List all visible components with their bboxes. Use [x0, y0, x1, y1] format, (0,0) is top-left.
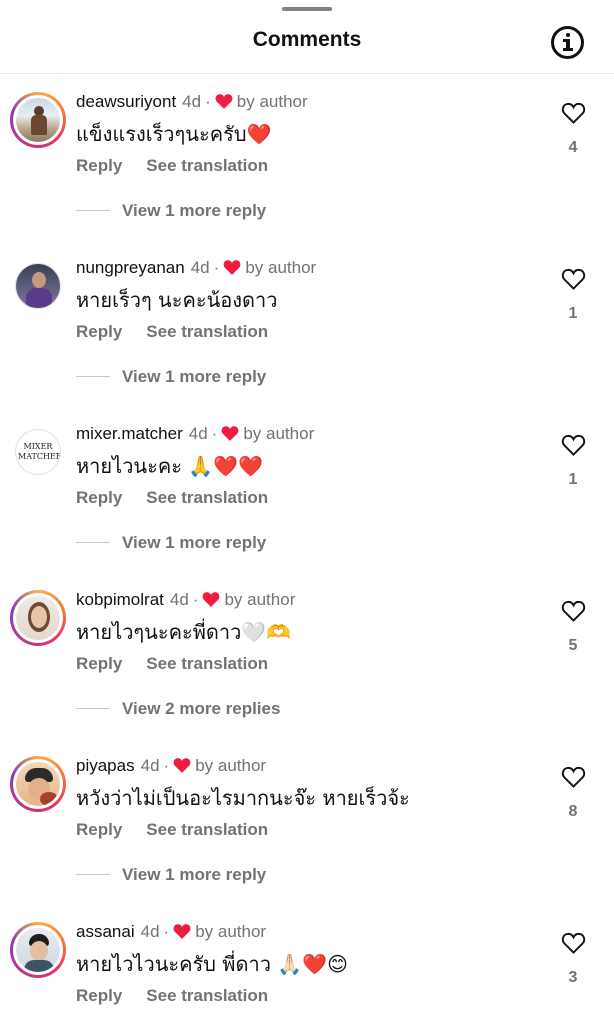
- heart-outline-icon[interactable]: [561, 932, 586, 954]
- comment-time: 4d: [140, 922, 160, 941]
- by-author-label: by author: [195, 756, 267, 775]
- heart-outline-icon[interactable]: [561, 766, 586, 788]
- reply-button[interactable]: Reply: [76, 986, 122, 1006]
- view-replies-button[interactable]: View 1 more reply: [76, 865, 266, 885]
- comment-text: หายไวนะคะ 🙏❤️❤️: [76, 454, 264, 478]
- like-count: 5: [568, 637, 578, 654]
- avatar[interactable]: [10, 590, 66, 646]
- comment-text: หายเร็วๆ นะคะน้องดาว: [76, 288, 278, 312]
- author-heart-icon: [173, 924, 191, 939]
- view-replies-button[interactable]: View 1 more reply: [76, 367, 266, 387]
- comment-meta: piyapas 4d · by author: [76, 756, 267, 775]
- comment-item: assanai 4d · by author หายไวไวนะครับ พี่ดาว…: [0, 914, 614, 1024]
- see-translation-button[interactable]: See translation: [146, 156, 268, 176]
- comment-item: nungpreyanan 4d · by author หายเร็วๆ นะคะน้…: [0, 250, 614, 416]
- see-translation-button[interactable]: See translation: [146, 654, 268, 674]
- reply-button[interactable]: Reply: [76, 156, 122, 176]
- view-replies-label: View 1 more reply: [122, 865, 267, 884]
- by-author-label: by author: [224, 590, 296, 609]
- view-replies-label: View 1 more reply: [122, 533, 267, 552]
- like-count: 4: [568, 139, 578, 156]
- see-translation-button[interactable]: See translation: [146, 820, 268, 840]
- reply-button[interactable]: Reply: [76, 488, 122, 508]
- comment-meta: deawsuriyont 4d · by author: [76, 92, 308, 111]
- view-replies-label: View 1 more reply: [122, 201, 267, 220]
- view-replies-label: View 1 more reply: [122, 367, 267, 386]
- view-replies-label: View 2 more replies: [122, 699, 281, 718]
- by-author-label: by author: [243, 424, 315, 443]
- comment-time: 4d: [182, 92, 202, 111]
- reply-button[interactable]: Reply: [76, 820, 122, 840]
- comment-time: 4d: [140, 756, 160, 775]
- see-translation-button[interactable]: See translation: [146, 488, 268, 508]
- username[interactable]: nungpreyanan: [76, 258, 185, 277]
- page-title: Comments: [252, 28, 362, 51]
- username[interactable]: mixer.matcher: [76, 424, 183, 443]
- username[interactable]: piyapas: [76, 756, 135, 775]
- view-replies-button[interactable]: View 2 more replies: [76, 699, 280, 719]
- comment-item: piyapas 4d · by author หวังว่าไม่เป็นอะไรมา…: [0, 748, 614, 914]
- heart-outline-icon[interactable]: [561, 434, 586, 456]
- heart-outline-icon[interactable]: [561, 600, 586, 622]
- by-author-label: by author: [195, 922, 267, 941]
- avatar[interactable]: [10, 922, 66, 978]
- see-translation-button[interactable]: See translation: [146, 986, 268, 1006]
- comments-sheet: Comments deawsuriyont 4d · by author แข็งแร…: [0, 0, 614, 1024]
- by-author-label: by author: [245, 258, 317, 277]
- author-heart-icon: [221, 426, 239, 441]
- comment-meta: mixer.matcher 4d · by author: [76, 424, 315, 443]
- view-replies-button[interactable]: View 1 more reply: [76, 533, 266, 553]
- comment-text: หวังว่าไม่เป็นอะไรมากนะจ๊ะ หายเร็วจ้ะ: [76, 786, 410, 810]
- comment-text: แข็งแรงเร็วๆนะครับ❤️: [76, 122, 272, 146]
- comment-time: 4d: [188, 424, 208, 443]
- heart-outline-icon[interactable]: [561, 268, 586, 290]
- heart-outline-icon[interactable]: [561, 102, 586, 124]
- comment-item: MIXER MATCHER mixer.matcher 4d · by author …: [0, 416, 614, 582]
- username[interactable]: assanai: [76, 922, 135, 941]
- author-heart-icon: [203, 592, 220, 607]
- comment-time: 4d: [169, 590, 189, 609]
- avatar[interactable]: [10, 756, 66, 812]
- comment-text: หายไวไวนะครับ พี่ดาว 🙏🏻❤️😊: [76, 952, 348, 976]
- comment-item: kobpimolrat 4d · by author หายไวๆนะคะพี่ดาว…: [0, 582, 614, 748]
- avatar[interactable]: [10, 92, 66, 148]
- like-count: 1: [568, 305, 578, 322]
- by-author-label: by author: [236, 92, 308, 111]
- comment-meta: nungpreyanan 4d · by author: [76, 258, 317, 277]
- comment-meta: kobpimolrat 4d · by author: [76, 590, 296, 609]
- comment-item: deawsuriyont 4d · by author แข็งแรงเร็วๆนะค…: [0, 84, 614, 250]
- avatar[interactable]: [10, 258, 66, 314]
- avatar[interactable]: MIXER MATCHER: [10, 424, 66, 480]
- like-count: 1: [568, 471, 578, 488]
- info-icon[interactable]: [551, 26, 584, 59]
- username[interactable]: deawsuriyont: [76, 92, 176, 111]
- reply-button[interactable]: Reply: [76, 322, 122, 342]
- sheet-grabber[interactable]: [282, 7, 332, 11]
- author-heart-icon: [173, 758, 191, 773]
- view-replies-button[interactable]: View 1 more reply: [76, 201, 266, 221]
- like-count: 3: [568, 969, 578, 986]
- reply-button[interactable]: Reply: [76, 654, 122, 674]
- author-heart-icon: [223, 260, 241, 275]
- comment-time: 4d: [190, 258, 210, 277]
- see-translation-button[interactable]: See translation: [146, 322, 268, 342]
- avatar-logo-text: MIXER MATCHER: [18, 442, 61, 461]
- like-count: 8: [568, 803, 578, 820]
- comments-header: Comments: [0, 14, 614, 74]
- comment-text: หายไวๆนะคะพี่ดาว🤍🫶: [76, 620, 292, 644]
- username[interactable]: kobpimolrat: [76, 590, 164, 609]
- author-heart-icon: [215, 94, 233, 109]
- comment-meta: assanai 4d · by author: [76, 922, 267, 941]
